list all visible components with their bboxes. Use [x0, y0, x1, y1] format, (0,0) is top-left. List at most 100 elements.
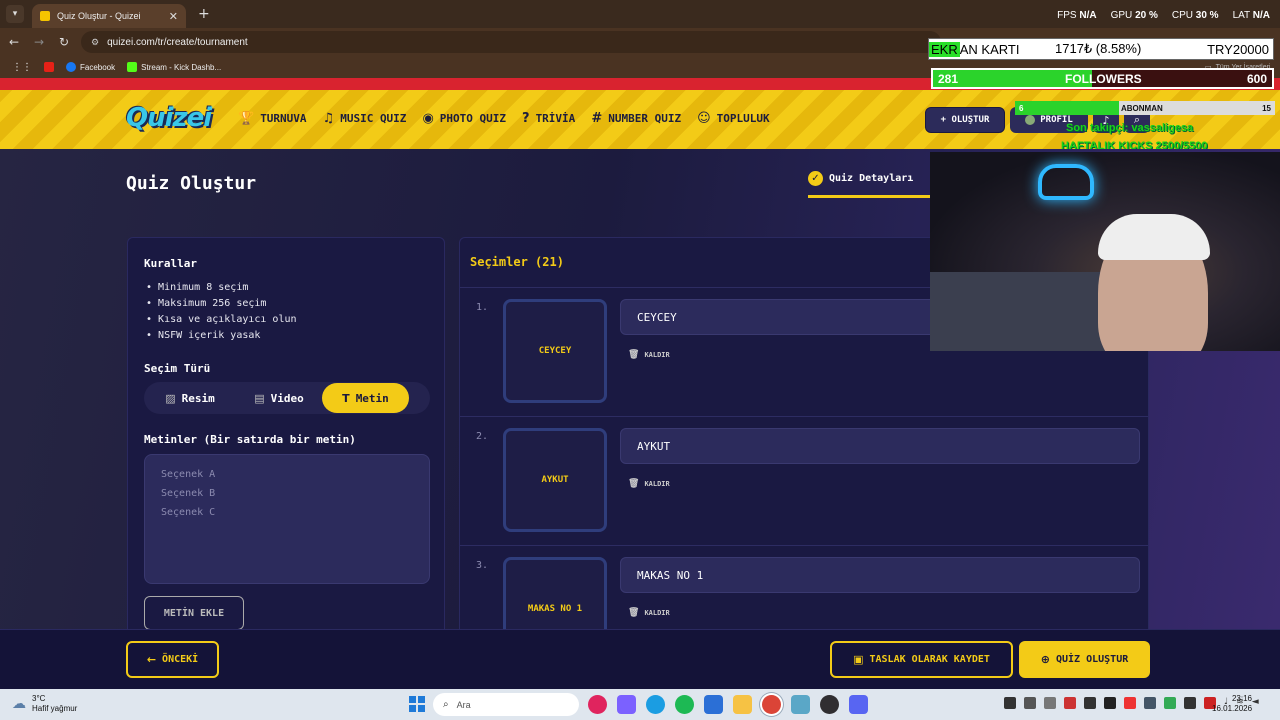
weather-desc: Hafif yağmur — [32, 704, 78, 713]
browser-tab[interactable]: Quiz Oluştur - Quizei ✕ — [32, 4, 186, 28]
choice-preview-card[interactable]: MAKAS NO 1 — [503, 557, 607, 629]
volume-icon[interactable]: ◄ — [1252, 697, 1259, 709]
weather-temp: 3°C — [32, 694, 46, 703]
music-icon: ♫ — [322, 111, 335, 126]
cpu-label: CPU — [1171, 10, 1193, 21]
neon-light — [1038, 164, 1094, 200]
create-quiz-label: QUİZ OLUŞTUR — [1055, 654, 1129, 665]
placeholder-line: Seçenek A — [161, 469, 216, 480]
windows-start-icon[interactable] — [409, 696, 425, 712]
type-text-option[interactable]: T Metin — [322, 383, 409, 413]
gpu-label-rest: AN KARTI — [959, 41, 1020, 57]
previous-button[interactable]: ← ÖNCEKİ — [126, 641, 219, 678]
store-icon[interactable] — [704, 695, 723, 714]
type-video-option[interactable]: ▤ Video — [236, 383, 322, 413]
question-icon: ? — [522, 111, 530, 126]
subscriber-goal: 15 — [1262, 103, 1271, 113]
nav-turnuva[interactable]: 🏆 TURNUVA — [238, 111, 307, 126]
trash-icon: 🗑 — [628, 608, 640, 618]
kick-icon — [127, 62, 138, 72]
quizei-logo[interactable]: Quizei — [126, 103, 212, 133]
browser-tab-strip: ▾ Quiz Oluştur - Quizei ✕ + FPS N/A GPU … — [0, 0, 1280, 28]
app-icon[interactable] — [791, 695, 810, 714]
close-tab-icon[interactable]: ✕ — [169, 10, 178, 23]
site-info-icon[interactable]: ⚙ — [91, 37, 99, 48]
forward-icon[interactable]: → — [28, 35, 50, 49]
nav-label: PHOTO QUIZ — [439, 112, 507, 125]
browser-tab-title: Quiz Oluştur - Quizei — [57, 11, 141, 21]
remove-choice-button[interactable]: 🗑 KALDIR — [628, 350, 670, 360]
reload-icon[interactable]: ↻ — [53, 35, 75, 49]
system-clock[interactable]: 23:16 16.01.2026 — [1212, 694, 1252, 714]
nav-music-quiz[interactable]: ♫ MUSIC QUIZ — [323, 111, 407, 126]
choice-preview-card[interactable]: AYKUT — [503, 428, 607, 532]
back-icon[interactable]: ← — [3, 35, 25, 49]
remove-label: KALDIR — [644, 351, 670, 359]
create-button[interactable]: + OLUŞTUR — [925, 107, 1005, 133]
nav-photo-quiz[interactable]: ◉ PHOTO QUIZ — [422, 111, 506, 126]
remove-choice-button[interactable]: 🗑 KALDIR — [628, 608, 670, 618]
page-title: Quiz Oluştur — [126, 173, 257, 194]
subscriber-current: 6 — [1019, 103, 1024, 113]
video-icon: ▤ — [254, 391, 265, 405]
step-quiz-details[interactable]: ✓ Quiz Detayları — [808, 171, 913, 186]
save-draft-button[interactable]: ▣ TASLAK OLARAK KAYDET — [830, 641, 1013, 678]
explorer-icon[interactable] — [733, 695, 752, 714]
bookmark-facebook[interactable]: Facebook — [66, 62, 115, 72]
remove-choice-button[interactable]: 🗑 KALDIR — [628, 479, 670, 489]
check-icon: ✓ — [808, 171, 823, 186]
weather-widget[interactable]: ☁ 3°C Hafif yağmur — [12, 694, 77, 714]
followers-current: 281 — [938, 71, 959, 86]
bookmark-kick[interactable]: Stream - Kick Dashb... — [127, 62, 221, 72]
url-field[interactable]: ⚙ quizei.com/tr/create/tournament — [81, 31, 941, 53]
bookmark-youtube[interactable] — [44, 62, 54, 72]
clock-date: 16.01.2026 — [1212, 704, 1253, 713]
choice-row: 2. AYKUT AYKUT 🗑 KALDIR — [460, 416, 1148, 545]
obs-icon[interactable] — [820, 695, 839, 714]
rule-item: Minimum 8 seçim — [146, 280, 297, 296]
choices-title: Seçimler (21) — [470, 255, 564, 269]
plus-circle-icon: ⊕ — [1040, 653, 1050, 666]
apps-icon[interactable]: ⋮⋮ — [12, 62, 32, 73]
tray-icon[interactable] — [1164, 697, 1176, 709]
nav-trivia[interactable]: ? TRİVİA — [522, 111, 575, 126]
choice-preview-card[interactable]: CEYCEY — [503, 299, 607, 403]
texts-textarea[interactable]: Seçenek A Seçenek B Seçenek C — [144, 454, 430, 584]
tray-icon[interactable] — [1084, 697, 1096, 709]
followers-label: FOLLOWERS — [1065, 71, 1142, 86]
tab-search-icon[interactable]: ▾ — [6, 5, 24, 23]
chrome-icon[interactable] — [762, 695, 781, 714]
choice-type-selector: ▨ Resim ▤ Video T Metin — [144, 382, 430, 414]
choice-number: 2. — [476, 431, 489, 442]
discord-icon[interactable] — [849, 695, 868, 714]
tray-icon[interactable] — [1044, 697, 1056, 709]
type-image-option[interactable]: ▨ Resim — [144, 383, 236, 413]
taskbar-search[interactable]: ⌕ Ara — [433, 693, 579, 716]
spotify-icon[interactable] — [675, 695, 694, 714]
app-icon[interactable] — [588, 695, 607, 714]
tray-icon[interactable] — [1144, 697, 1156, 709]
tray-icon[interactable] — [1124, 697, 1136, 709]
image-icon: ▨ — [165, 391, 176, 405]
clock-time: 23:16 — [1231, 694, 1252, 703]
choice-text-input[interactable]: AYKUT — [620, 428, 1140, 464]
bookmark-facebook-label: Facebook — [80, 62, 116, 72]
tray-icon[interactable] — [1024, 697, 1036, 709]
tray-icon[interactable] — [1184, 697, 1196, 709]
trophy-icon: 🏆 — [238, 111, 255, 126]
cpu-value: 30 % — [1195, 10, 1219, 21]
remove-label: KALDIR — [644, 609, 670, 617]
tray-icon[interactable] — [1004, 697, 1016, 709]
add-text-button[interactable]: METİN EKLE — [144, 596, 244, 629]
create-quiz-button[interactable]: ⊕ QUİZ OLUŞTUR — [1019, 641, 1150, 678]
app-icon[interactable] — [617, 695, 636, 714]
nav-topluluk[interactable]: ☺ TOPLULUK — [697, 111, 770, 126]
nav-number-quiz[interactable]: # NUMBER QUIZ — [591, 111, 681, 126]
avatar — [1025, 115, 1036, 125]
quizei-favicon-icon — [40, 11, 50, 21]
tray-icon[interactable] — [1064, 697, 1076, 709]
new-tab-icon[interactable]: + — [198, 6, 210, 22]
edge-icon[interactable] — [646, 695, 665, 714]
tray-icon[interactable] — [1104, 697, 1116, 709]
choice-text-input[interactable]: MAKAS NO 1 — [620, 557, 1140, 593]
